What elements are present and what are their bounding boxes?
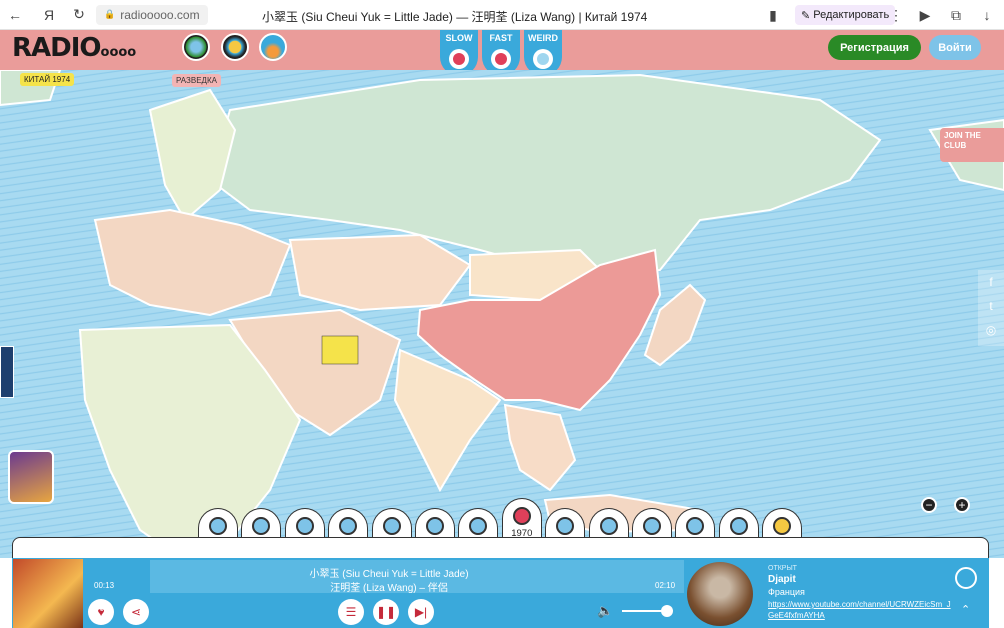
instagram-icon[interactable]: ◎ [978, 318, 1004, 342]
speed-slow-label: SLOW [445, 33, 473, 43]
time-elapsed: 00:13 [94, 581, 115, 590]
address-bar[interactable]: 🔒 radiooooo.com [96, 4, 208, 25]
facebook-icon[interactable]: f [978, 270, 1004, 294]
chevron-up-icon[interactable]: ⌃ [961, 603, 970, 616]
side-card-left-album[interactable] [8, 450, 54, 504]
map-canvas [0, 70, 1004, 558]
song-title: 小翠玉 (Siu Cheui Yuk = Little Jade) [309, 569, 469, 580]
discovered-label: ОТКРЫТ [768, 565, 797, 572]
collections-icon[interactable]: ⧉ [945, 4, 967, 26]
share-icon: ⋖ [130, 605, 142, 619]
decade-dot [686, 517, 705, 535]
decade-dot [339, 517, 358, 535]
edit-button[interactable]: ✎ Редактировать [795, 5, 896, 25]
social-links: f t ◎ [978, 270, 1004, 346]
discoverer-name[interactable]: Djapit [768, 574, 796, 585]
login-button[interactable]: Войти [929, 35, 981, 60]
taxi-mode-icon[interactable] [221, 33, 249, 61]
radiooooo-logo[interactable]: RADIOoooo [12, 33, 136, 63]
decade-dot [252, 517, 271, 535]
back-icon[interactable]: ← [4, 4, 26, 26]
like-count: 79 [96, 606, 104, 613]
media-icon[interactable]: ▶ [914, 4, 936, 26]
pause-icon: ❚❚ [375, 605, 397, 619]
url-text: radiooooo.com [120, 7, 200, 22]
decade-dot [773, 517, 792, 535]
speed-weird-label: WEIRD [528, 33, 558, 43]
bookmark-icon[interactable]: ▮ [762, 4, 784, 26]
decade-dot [426, 517, 444, 535]
logo-main: RADIO [12, 33, 102, 63]
join-club-label: JOIN THE CLUB [944, 131, 981, 150]
zoom-in-icon[interactable]: + [954, 497, 970, 513]
decade-dot [599, 517, 618, 535]
yandex-icon[interactable]: Я [38, 4, 60, 26]
decade-dot [209, 517, 227, 535]
speed-slow-dot [449, 49, 469, 69]
next-button[interactable]: ▶| [408, 599, 434, 625]
menu-icon[interactable]: ⋮ [885, 4, 907, 26]
twitter-icon[interactable]: t [978, 294, 1004, 318]
playlist-button[interactable]: ☰ [338, 599, 364, 625]
decade-dot [382, 517, 401, 535]
song-artist: 汪明荃 (Liza Wang) – 伴侶 [330, 583, 448, 594]
explore-tag[interactable]: РАЗВЕДКА [172, 74, 221, 87]
explore-mode-icon[interactable] [182, 33, 210, 61]
decade-dot [512, 507, 531, 525]
island-mode-icon[interactable] [259, 33, 287, 61]
time-total: 02:10 [655, 581, 676, 590]
page-title: 小翠玉 (Siu Cheui Yuk = Little Jade) — 汪明荃 … [262, 10, 648, 24]
speed-fast-dot [491, 49, 511, 69]
decade-dot [295, 517, 314, 535]
discoverer-country: Франция [768, 587, 805, 597]
list-icon: ☰ [345, 605, 357, 619]
world-map[interactable] [0, 70, 1004, 558]
discoverer-avatar[interactable] [685, 560, 755, 628]
playlist-island-marker[interactable] [321, 335, 359, 365]
next-icon: ▶| [414, 605, 428, 619]
reload-icon[interactable]: ↻ [68, 4, 90, 26]
edit-icon: ✎ [801, 9, 811, 22]
logo-tail: oooo [100, 45, 137, 60]
share-button[interactable]: ⋖ [123, 599, 149, 625]
current-country-tag[interactable]: КИТАЙ 1974 [20, 73, 75, 86]
decade-dot [643, 517, 661, 535]
download-icon[interactable]: ↓ [976, 4, 998, 26]
decade-dot [469, 517, 488, 535]
decade-dot [556, 517, 575, 535]
speed-fast-label: FAST [489, 33, 513, 43]
browser-toolbar: ← Я ↻ 🔒 radiooooo.com 小翠玉 (Siu Cheui Yuk… [0, 0, 1004, 30]
decade-dot [729, 517, 748, 535]
zoom-out-icon[interactable]: − [921, 497, 937, 513]
profile-icon[interactable] [955, 567, 977, 589]
pause-button[interactable]: ❚❚ [373, 599, 399, 625]
discoverer-link[interactable]: https://www.youtube.com/channel/UCRWZEic… [768, 599, 953, 621]
side-card-left-top[interactable] [0, 346, 14, 398]
join-club-button[interactable]: JOIN THE CLUB [940, 128, 1004, 162]
register-button[interactable]: Регистрация [828, 35, 921, 60]
volume-icon[interactable]: 🔈 [597, 603, 613, 619]
lock-icon: 🔒 [104, 9, 116, 19]
album-cover[interactable] [13, 559, 83, 628]
speed-weird-dot [533, 49, 553, 69]
